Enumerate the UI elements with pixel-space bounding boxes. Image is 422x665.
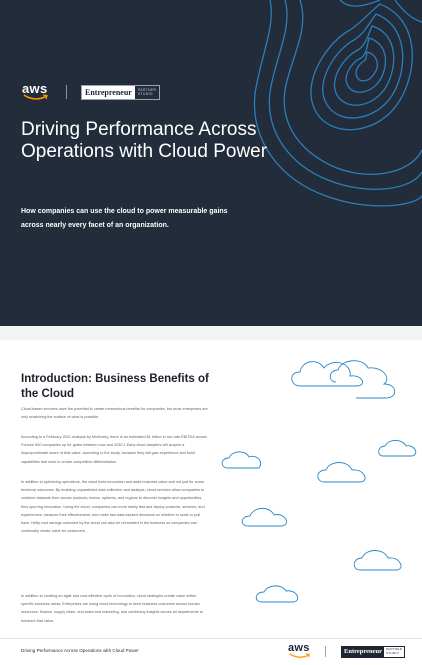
cloud-icon — [329, 360, 396, 399]
footer-studio-label: STUDIO — [386, 650, 400, 655]
contour-lines-graphic — [253, 0, 422, 207]
footer-partner-studio-label: PARTNER STUDIO — [384, 647, 404, 657]
cover-subtitle: How companies can use the cloud to power… — [21, 208, 228, 229]
partner-label: PARTNER — [137, 87, 157, 92]
aws-smile-icon — [289, 653, 311, 658]
cover-logos: aws Entrepreneur PARTNER STUDIO — [22, 82, 161, 102]
page-gap — [0, 326, 422, 340]
footer-title: Driving Performance Across Operations wi… — [21, 648, 139, 653]
studio-label: STUDIO — [137, 92, 153, 96]
footer-aws-logo: aws — [288, 643, 312, 661]
cloud-icon — [353, 550, 402, 571]
footer-entrepreneur-wordmark: Entrepreneur — [342, 647, 385, 657]
logo-divider — [66, 85, 67, 99]
footer-entrepreneur-badge: Entrepreneur PARTNER STUDIO — [341, 646, 406, 658]
page-footer: Driving Performance Across Operations wi… — [0, 638, 422, 665]
cloud-icon — [291, 361, 363, 387]
intro-heading: Introduction: Business Benefits of the C… — [21, 373, 209, 400]
entrepreneur-partner-badge: Entrepreneur PARTNER STUDIO — [81, 84, 161, 100]
cloud-icon — [317, 462, 366, 483]
cloud-icon — [241, 507, 287, 527]
aws-logo: aws — [22, 82, 50, 102]
cloud-icon — [378, 439, 417, 457]
cloud-icon — [221, 451, 262, 469]
intro-paragraph-4: In addition to creating an agile and cos… — [21, 594, 203, 623]
intro-page: Introduction: Business Benefits of the C… — [0, 340, 422, 664]
cover-page: aws Entrepreneur PARTNER STUDIO Driving … — [0, 0, 422, 326]
cloud-icon — [255, 585, 299, 603]
intro-paragraph-1: Cloud-based services have the potential … — [21, 407, 208, 420]
partner-studio-label: PARTNER STUDIO — [135, 86, 160, 99]
aws-smile-icon — [23, 94, 48, 100]
entrepreneur-wordmark: Entrepreneur — [82, 85, 135, 99]
intro-paragraph-3: In addition to optimizing operations, th… — [21, 480, 205, 534]
footer-logo-divider — [325, 646, 326, 657]
cover-title: Driving Performance Across Operations wi… — [21, 119, 268, 162]
intro-paragraph-2: According to a February 2021 analysis by… — [21, 435, 207, 464]
